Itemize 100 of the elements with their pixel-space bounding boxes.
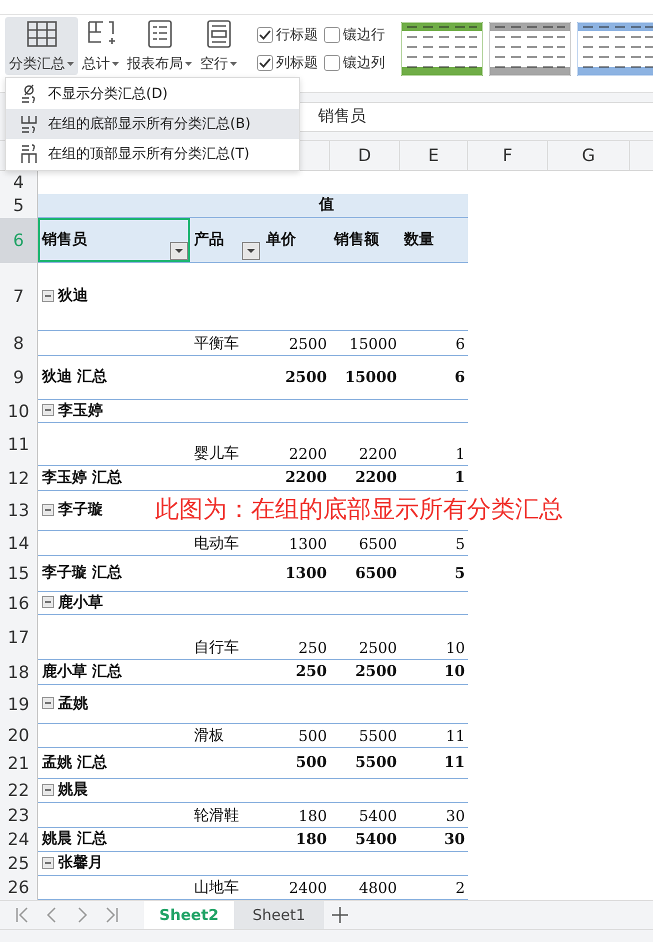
column-letter[interactable]: F: [468, 141, 548, 170]
column-header: 单价: [266, 230, 296, 248]
product-cell: 滑板: [194, 726, 224, 745]
value-cell: 2500: [288, 335, 327, 353]
value-cell: 2400: [288, 879, 327, 897]
checkbox-label: 列标题: [276, 54, 318, 72]
filter-dropdown-icon[interactable]: [170, 242, 188, 260]
row-number[interactable]: 13: [0, 491, 38, 531]
row-number[interactable]: 25: [0, 852, 38, 876]
value-cell: 5500: [355, 753, 397, 771]
row-number[interactable]: 12: [0, 466, 38, 491]
value-cell: 1300: [288, 535, 327, 553]
value-cell: 15000: [344, 368, 397, 386]
value-cell: 5400: [358, 807, 397, 825]
value-cell: 10: [444, 662, 465, 680]
checkbox[interactable]: [324, 26, 340, 42]
ribbon-button[interactable]: 分类汇总: [5, 17, 78, 75]
collapse-icon[interactable]: [42, 856, 54, 868]
group-label: 李玉婷: [58, 400, 103, 420]
value-cell: 5400: [355, 830, 397, 848]
row-number[interactable]: 9: [0, 356, 38, 400]
row-number[interactable]: 18: [0, 660, 38, 685]
checkbox[interactable]: [257, 54, 273, 70]
row-number[interactable]: 5: [0, 194, 38, 218]
menu-item[interactable]: 不显示分类汇总(D): [6, 79, 299, 109]
checkbox[interactable]: [324, 54, 340, 70]
column-header: 产品: [194, 230, 224, 248]
value-cell: 2500: [355, 662, 397, 680]
value-cell: 250: [296, 662, 327, 680]
collapse-icon[interactable]: [42, 504, 54, 516]
menu-item[interactable]: 在组的顶部显示所有分类汇总(T): [6, 139, 299, 169]
value-cell: 180: [296, 830, 327, 848]
product-cell: 轮滑鞋: [194, 806, 239, 825]
row-number[interactable]: 26: [0, 876, 38, 900]
row-number[interactable]: 19: [0, 685, 38, 724]
collapse-icon[interactable]: [42, 697, 54, 709]
value-cell: 15000: [349, 335, 397, 353]
row-number[interactable]: 20: [0, 724, 38, 748]
row-number[interactable]: 8: [0, 331, 38, 356]
menu-item[interactable]: 在组的底部显示所有分类汇总(B): [6, 109, 299, 139]
collapse-icon[interactable]: [42, 290, 54, 302]
row-number[interactable]: 16: [0, 592, 38, 615]
caret-icon: [112, 62, 119, 66]
group-label: 张馨月: [58, 853, 103, 872]
ribbon-button[interactable]: 空行: [196, 17, 241, 75]
value-cell: 2500: [285, 368, 327, 386]
column-letter[interactable]: E: [400, 141, 468, 170]
group-label: 孟姚: [58, 694, 88, 712]
row-number[interactable]: 11: [0, 423, 38, 466]
value-cell: 2: [455, 879, 465, 897]
row-number[interactable]: 7: [0, 263, 38, 331]
value-cell: 1300: [285, 564, 327, 582]
caret-icon: [67, 62, 74, 66]
value-cell: 11: [446, 727, 465, 745]
column-letter[interactable]: D: [330, 141, 400, 170]
collapse-icon[interactable]: [42, 784, 54, 796]
collapse-icon[interactable]: [42, 404, 54, 416]
row-number[interactable]: 21: [0, 748, 38, 779]
column-letter[interactable]: G: [548, 141, 630, 170]
value-cell: 4800: [358, 879, 397, 897]
row-number[interactable]: 22: [0, 779, 38, 803]
last-sheet-icon[interactable]: [104, 906, 120, 924]
group-label: 姚晨: [58, 780, 88, 799]
value-cell: 6: [454, 368, 465, 386]
value-cell: 2500: [358, 639, 397, 657]
table-style-thumbnail[interactable]: [489, 22, 571, 76]
first-sheet-icon[interactable]: [14, 906, 30, 924]
checkbox[interactable]: [257, 26, 273, 42]
ribbon-button[interactable]: 报表布局: [123, 17, 196, 75]
group-label: 鹿小草: [58, 592, 103, 612]
subtotal-label: 李玉婷 汇总: [42, 468, 122, 486]
table-style-thumbnail[interactable]: [401, 22, 483, 76]
row-number[interactable]: 15: [0, 556, 38, 592]
column-header: 销售员: [42, 230, 87, 248]
ribbon-button[interactable]: 总计: [78, 17, 123, 75]
row-number[interactable]: 17: [0, 615, 38, 660]
column-header: 数量: [404, 230, 434, 248]
add-sheet-icon[interactable]: [332, 906, 348, 924]
value-cell: 250: [298, 639, 327, 657]
value-cell: 500: [296, 753, 327, 771]
row-number[interactable]: 10: [0, 400, 38, 423]
value-cell: 180: [298, 807, 327, 825]
row-number[interactable]: 24: [0, 828, 38, 852]
values-header: 值: [319, 195, 334, 214]
table-style-thumbnail[interactable]: [577, 22, 653, 76]
row-number[interactable]: 23: [0, 803, 38, 828]
row-number[interactable]: 14: [0, 531, 38, 556]
product-cell: 电动车: [194, 534, 239, 553]
row-number[interactable]: 4: [0, 171, 38, 194]
checkbox-label: 行标题: [276, 26, 318, 44]
value-cell: 500: [298, 727, 327, 745]
product-cell: 山地车: [194, 878, 239, 897]
value-cell: 10: [446, 639, 465, 657]
value-cell: 6500: [355, 564, 397, 582]
filter-dropdown-icon[interactable]: [242, 242, 260, 260]
collapse-icon[interactable]: [42, 596, 54, 608]
checkbox-label: 镶边行: [343, 26, 385, 44]
product-cell: 自行车: [194, 638, 239, 657]
checkbox-label: 镶边列: [343, 54, 385, 72]
sheet-tab[interactable]: Sheet1: [234, 901, 324, 929]
